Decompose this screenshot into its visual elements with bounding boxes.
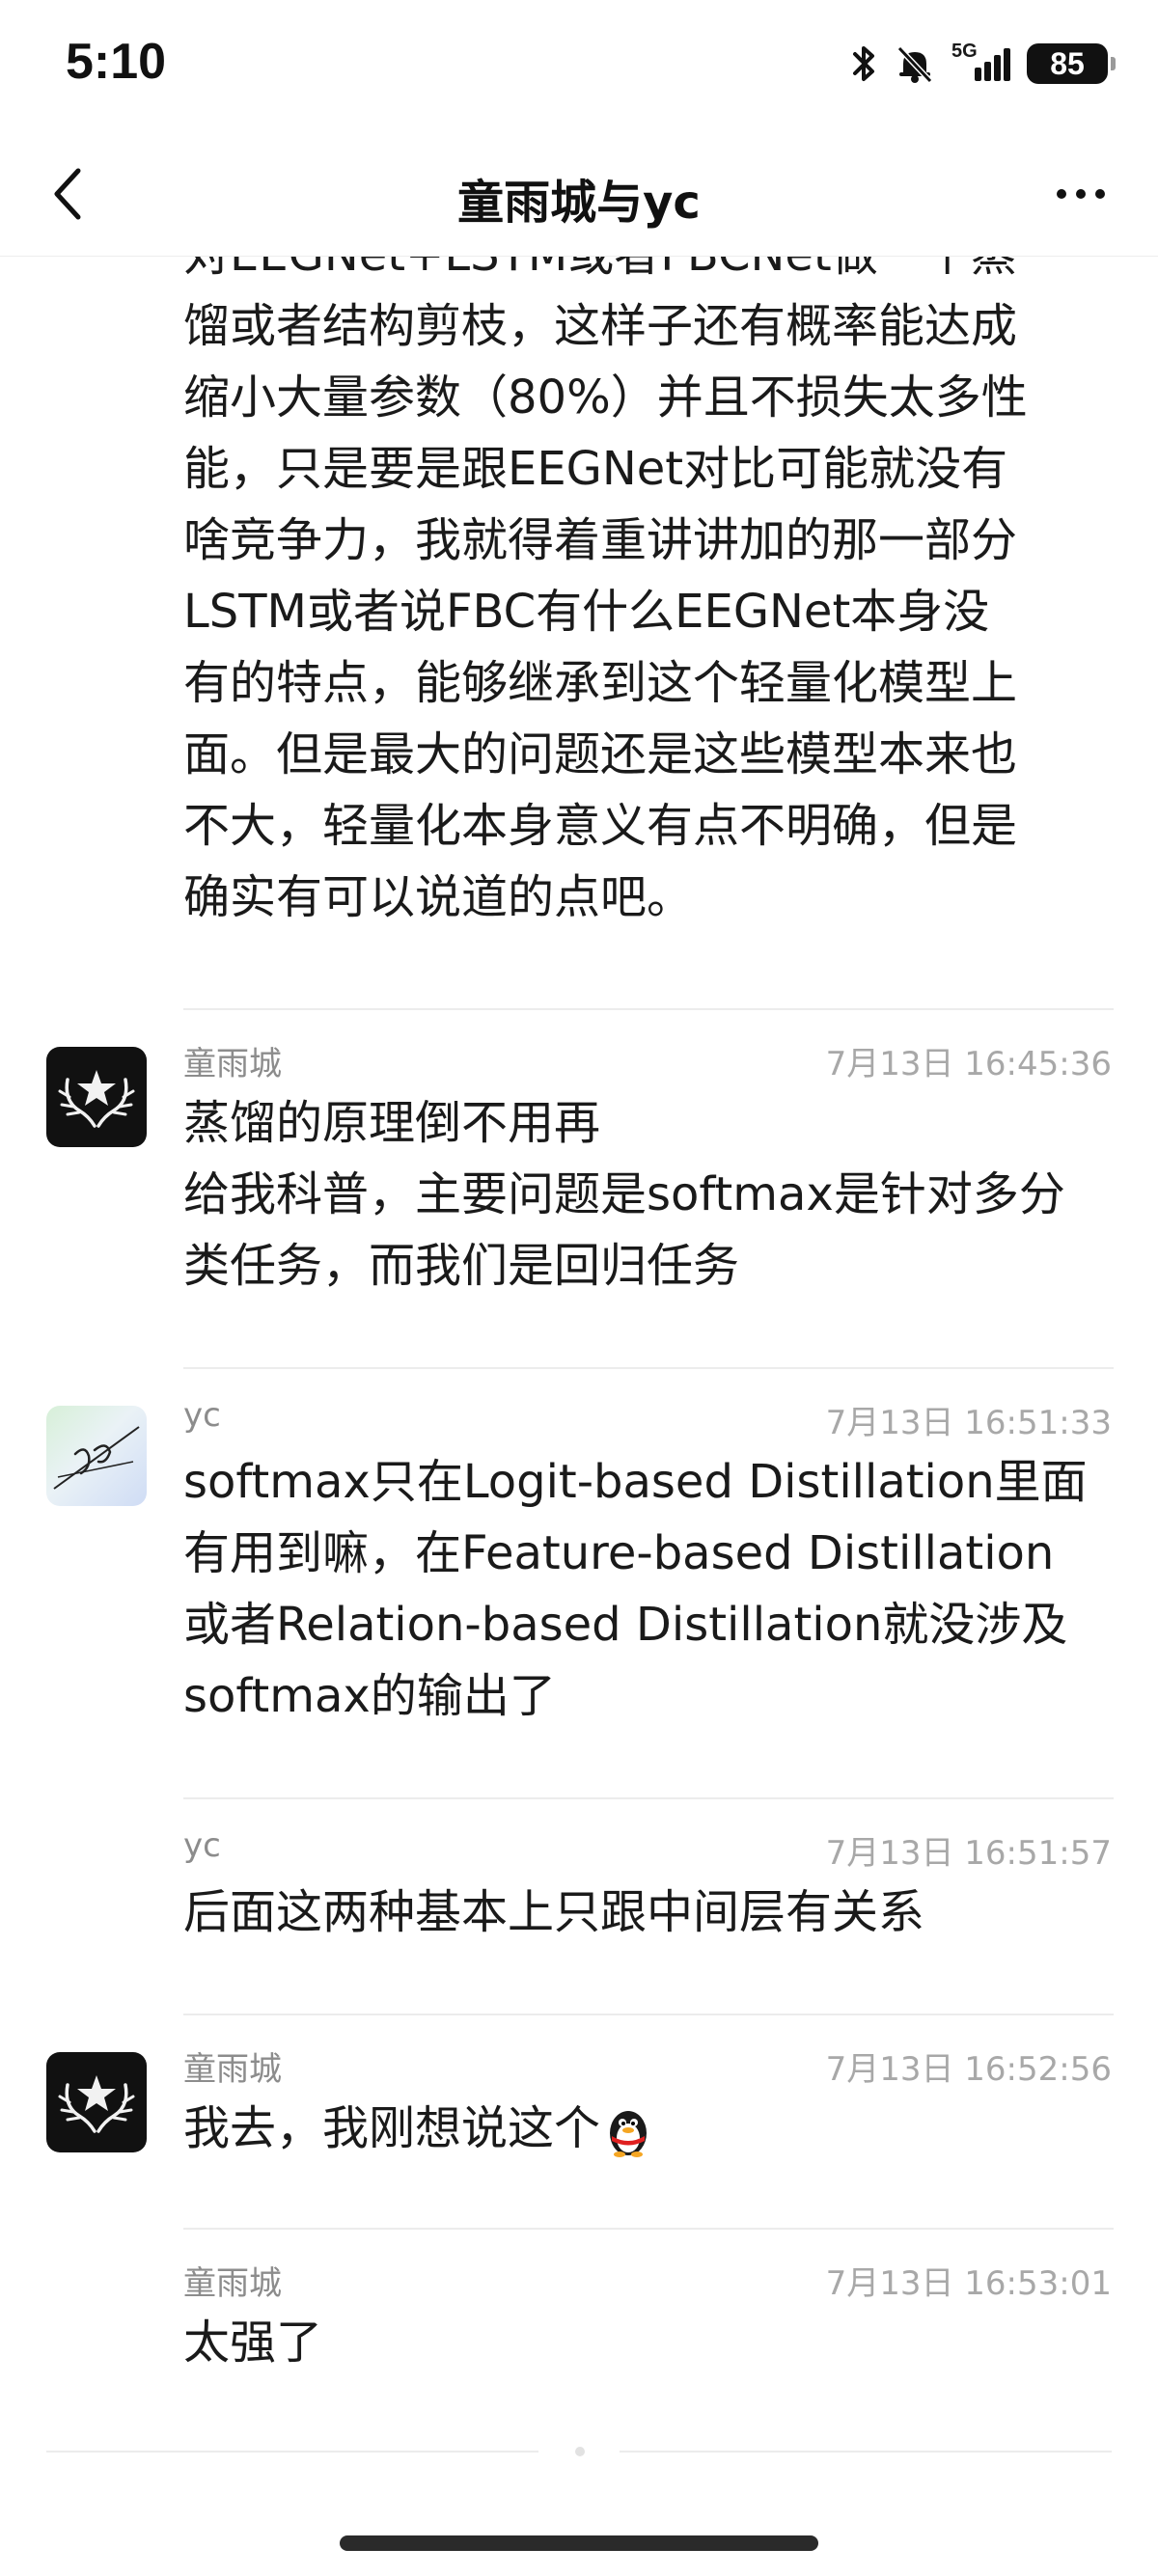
bluetooth-icon (853, 46, 874, 81)
sender-name[interactable]: 童雨城 (183, 2042, 282, 2090)
bottom-divider (46, 2451, 538, 2453)
status-time: 5:10 (66, 34, 167, 90)
chat-title: 童雨城与yc (457, 176, 701, 230)
antler-star-icon (58, 1070, 135, 1128)
message-divider (183, 2014, 1114, 2015)
sender-name[interactable]: yc (183, 1826, 221, 1865)
chat-area[interactable]: 对EEGNet+LSTM或者FBCNet做一个蒸 馏或者结构剪枝，这样子还有概率… (0, 256, 1158, 2465)
antler-star-icon (58, 2075, 135, 2133)
message-text: softmax只在Logit-based Distillation里面 有用到嘛… (183, 1455, 1088, 1723)
penguin-emoji-icon (610, 2111, 648, 2157)
status-bar: 5:10 5G 85 (0, 0, 1158, 135)
timestamp: 7月13日 16:51:33 (825, 1404, 1112, 1442)
avatar[interactable] (46, 1406, 147, 1506)
timestamp: 7月13日 16:53:01 (825, 2264, 1112, 2303)
message-divider (183, 1367, 1114, 1369)
timestamp: 7月13日 16:45:36 (825, 1045, 1112, 1083)
timestamp: 7月13日 16:51:57 (825, 1834, 1112, 1873)
message-divider (183, 1008, 1114, 1010)
sender-name[interactable]: 童雨城 (183, 2257, 282, 2304)
message-text: 蒸馏的原理倒不用再 给我科普，主要问题是softmax是针对多分 类任务，而我们… (183, 1096, 1065, 1293)
signature-icon (53, 1426, 140, 1490)
message-divider (183, 1797, 1114, 1799)
bottom-divider (620, 2451, 1112, 2453)
battery-icon: 85 (1027, 43, 1116, 84)
message-text: 我去，我刚想说这个 (183, 2093, 1110, 2164)
avatar[interactable] (46, 1047, 147, 1147)
bottom-dot (575, 2447, 585, 2456)
message-text: 后面这两种基本上只跟中间层有关系 (183, 1885, 925, 1939)
status-icons: 5G 85 (849, 41, 1116, 87)
timestamp: 7月13日 16:52:56 (825, 2050, 1112, 2089)
message-text: 对EEGNet+LSTM或者FBCNet做一个蒸 馏或者结构剪枝，这样子还有概率… (183, 256, 1028, 924)
mute-bell-icon (896, 45, 933, 84)
home-indicator[interactable] (340, 2535, 818, 2551)
message-divider (183, 2228, 1114, 2230)
avatar[interactable] (46, 2052, 147, 2152)
message-text: 太强了 (183, 2316, 323, 2370)
nav-bar: 童雨城与yc (0, 135, 1158, 257)
more-dots-icon (1057, 189, 1066, 199)
sender-name[interactable]: 童雨城 (183, 1037, 282, 1084)
sender-name[interactable]: yc (183, 1396, 221, 1435)
more-button[interactable] (1042, 160, 1119, 228)
signal-icon: 5G (951, 41, 1011, 85)
